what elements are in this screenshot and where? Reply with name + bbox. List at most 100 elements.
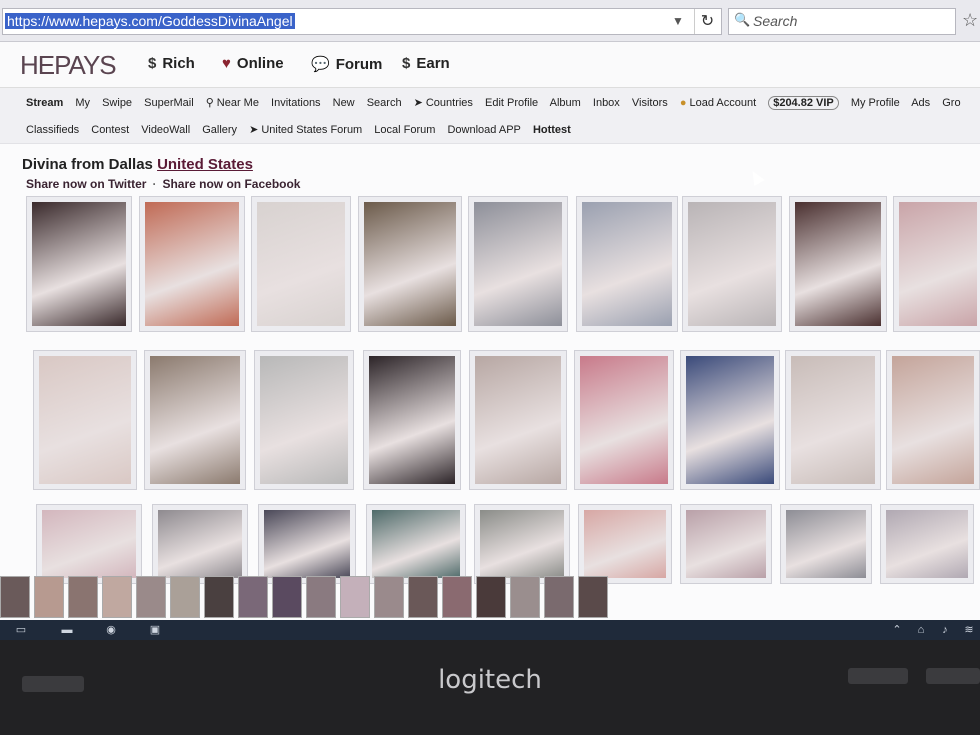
subnav-ads[interactable]: Ads xyxy=(911,97,930,109)
volume-icon[interactable]: ♪ xyxy=(936,623,954,637)
url-text: https://www.hepays.com/GoddessDivinaAnge… xyxy=(5,13,295,29)
thumbnail[interactable] xyxy=(476,576,506,618)
subnav-load-account[interactable]: Load Account xyxy=(689,97,756,109)
gallery-photo[interactable] xyxy=(152,504,248,584)
gallery-photo[interactable] xyxy=(578,504,672,584)
gallery-photo[interactable] xyxy=(576,196,678,332)
gallery-photo[interactable] xyxy=(36,504,142,584)
subnav-my-profile[interactable]: My Profile xyxy=(851,97,900,109)
thumbnail[interactable] xyxy=(272,576,302,618)
gallery-photo[interactable] xyxy=(680,350,780,490)
subnav-visitors[interactable]: Visitors xyxy=(632,97,668,109)
photo-image xyxy=(257,202,345,326)
thumbnail[interactable] xyxy=(102,576,132,618)
subnav-supermail[interactable]: SuperMail xyxy=(144,97,194,109)
thumbnail[interactable] xyxy=(340,576,370,618)
folder-icon[interactable]: ▬ xyxy=(58,623,76,637)
photo-image xyxy=(580,356,668,484)
thumbnail[interactable] xyxy=(578,576,608,618)
thumbnail[interactable] xyxy=(68,576,98,618)
address-bar[interactable]: https://www.hepays.com/GoddessDivinaAnge… xyxy=(2,8,722,35)
share-links: Share now on Twitter · Share now on Facebo… xyxy=(26,177,301,191)
gallery-photo[interactable] xyxy=(886,350,980,490)
gallery-photo[interactable] xyxy=(469,350,567,490)
site-header: HEPAYS $ Rich ♥ Online 💬 Forum $ Earn xyxy=(0,42,980,88)
subnav-stream[interactable]: Stream xyxy=(26,97,63,109)
gallery-photo[interactable] xyxy=(574,350,674,490)
subnav-countries[interactable]: Countries xyxy=(426,97,473,109)
thumbnail[interactable] xyxy=(374,576,404,618)
bookmark-star-icon[interactable]: ☆ xyxy=(962,10,978,31)
subnav-inbox[interactable]: Inbox xyxy=(593,97,620,109)
gallery-photo[interactable] xyxy=(144,350,246,490)
subnav-gallery[interactable]: Gallery xyxy=(202,124,237,136)
search-input[interactable]: Search xyxy=(728,8,956,35)
gallery-photo[interactable] xyxy=(474,504,570,584)
wifi-icon[interactable]: ≋ xyxy=(960,623,978,637)
thumbnail[interactable] xyxy=(34,576,64,618)
gallery-photo[interactable] xyxy=(789,196,887,332)
gallery-photo[interactable] xyxy=(251,196,351,332)
vip-balance-badge[interactable]: $204.82 VIP xyxy=(768,96,839,110)
subnav-local-forum[interactable]: Local Forum xyxy=(374,124,435,136)
subnav-near-me[interactable]: Near Me xyxy=(217,97,259,109)
thumbnail[interactable] xyxy=(238,576,268,618)
gallery-photo[interactable] xyxy=(893,196,980,332)
gallery-photo[interactable] xyxy=(468,196,568,332)
nav-earn[interactable]: $ Earn xyxy=(402,55,450,72)
logo[interactable]: HEPAYS xyxy=(20,50,117,81)
browser-icon[interactable]: ◉ xyxy=(102,623,120,637)
chevron-down-icon[interactable]: ▼ xyxy=(668,10,688,32)
app-icon[interactable]: ▣ xyxy=(146,623,164,637)
subnav-download-app[interactable]: Download APP xyxy=(447,124,520,136)
gallery-photo[interactable] xyxy=(366,504,466,584)
reload-icon[interactable]: ↻ xyxy=(694,9,720,34)
subnav-search[interactable]: Search xyxy=(367,97,402,109)
subnav-my[interactable]: My xyxy=(75,97,90,109)
photo-image xyxy=(886,510,968,578)
thumbnail[interactable] xyxy=(544,576,574,618)
subnav-classifieds[interactable]: Classifieds xyxy=(26,124,79,136)
subnav-edit-profile[interactable]: Edit Profile xyxy=(485,97,538,109)
thumbnail[interactable] xyxy=(204,576,234,618)
thumbnail[interactable] xyxy=(0,576,30,618)
thumbnail[interactable] xyxy=(136,576,166,618)
gallery-photo[interactable] xyxy=(358,196,462,332)
photo-image xyxy=(686,356,774,484)
subnav-groups[interactable]: Gro xyxy=(942,97,960,109)
subnav-invitations[interactable]: Invitations xyxy=(271,97,321,109)
subnav-hottest[interactable]: Hottest xyxy=(533,124,571,136)
thumbnail[interactable] xyxy=(510,576,540,618)
subnav-album[interactable]: Album xyxy=(550,97,581,109)
subnav-contest[interactable]: Contest xyxy=(91,124,129,136)
gallery-photo[interactable] xyxy=(26,196,132,332)
nav-online[interactable]: ♥ Online xyxy=(222,55,284,72)
nav-rich[interactable]: $ Rich xyxy=(148,55,195,72)
nav-forum[interactable]: 💬 Forum xyxy=(311,55,382,73)
subnav-videowall[interactable]: VideoWall xyxy=(141,124,190,136)
thumbnail[interactable] xyxy=(306,576,336,618)
thumbnail[interactable] xyxy=(408,576,438,618)
subnav-new[interactable]: New xyxy=(333,97,355,109)
subnav-us-forum[interactable]: United States Forum xyxy=(261,124,362,136)
gallery-photo[interactable] xyxy=(680,504,772,584)
share-twitter-link[interactable]: Share now on Twitter xyxy=(26,177,146,191)
network-icon[interactable]: ⌂ xyxy=(912,623,930,637)
chevron-up-icon[interactable]: ⌃ xyxy=(888,623,906,637)
gallery-photo[interactable] xyxy=(880,504,974,584)
gallery-photo[interactable] xyxy=(258,504,356,584)
thumbnail[interactable] xyxy=(170,576,200,618)
gallery-photo[interactable] xyxy=(682,196,782,332)
share-facebook-link[interactable]: Share now on Facebook xyxy=(162,177,300,191)
gallery-photo[interactable] xyxy=(785,350,881,490)
gallery-photo[interactable] xyxy=(254,350,354,490)
gallery-photo[interactable] xyxy=(139,196,245,332)
gallery-photo[interactable] xyxy=(363,350,461,490)
gallery-photo[interactable] xyxy=(33,350,137,490)
country-link[interactable]: United States xyxy=(157,156,253,173)
photo-image xyxy=(475,356,561,484)
gallery-photo[interactable] xyxy=(780,504,872,584)
thumbnail[interactable] xyxy=(442,576,472,618)
subnav-swipe[interactable]: Swipe xyxy=(102,97,132,109)
window-icon[interactable]: ▭ xyxy=(12,623,30,637)
